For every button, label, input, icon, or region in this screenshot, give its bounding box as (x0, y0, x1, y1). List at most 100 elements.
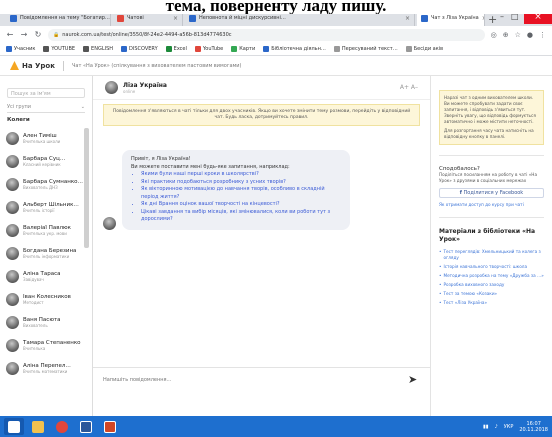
taskbar-app[interactable] (52, 418, 72, 435)
bookmark-label: Бібліотечна діяльн… (271, 46, 326, 52)
share-link[interactable]: Як отримати доступ до курсу при чаті (439, 202, 544, 207)
avatar (6, 224, 19, 237)
facebook-share-label: Поділитися у Facebook (463, 190, 524, 196)
contact-role: Вчителька школи (23, 139, 61, 144)
menu-icon[interactable]: ⋮ (539, 31, 546, 39)
contact-role: Вчитель історії (23, 208, 55, 213)
clock[interactable]: 16:07 20.11.2018 (519, 421, 548, 433)
bookmark-item[interactable]: YOUTUBE (43, 46, 75, 52)
contact-item[interactable]: Барбара Суц… Класний керівник (0, 150, 92, 173)
bookmark-item[interactable]: Бесіди аків (405, 46, 443, 52)
chevron-down-icon: ⌄ (80, 104, 85, 110)
powerpoint-icon (104, 420, 116, 433)
message-bubble: Привіт, я Ліза Україна! Ви можете постав… (122, 150, 350, 230)
suggested-question-link[interactable]: Як вікторинною мотивацією до навчання тв… (141, 186, 341, 201)
site-tagline: Чат «На Урок» (спілкування з вихователем… (72, 62, 242, 69)
folder-icon (32, 420, 44, 433)
taskbar-app[interactable] (100, 418, 120, 435)
suggested-question-link[interactable]: Цікаві завдання та вибір місяців, які зм… (141, 209, 341, 224)
library-item-label: Розробка виховного заходу (443, 282, 505, 287)
star-icon[interactable]: ☆ (515, 31, 521, 39)
language-indicator[interactable]: УКР (504, 424, 514, 430)
bookmark-item[interactable]: Бібліотечна діяльн… (263, 46, 326, 52)
extension-icon[interactable]: ◎ (491, 31, 497, 39)
bookmark-icon (121, 46, 128, 52)
library-item-label: Методична розробка на тему «Дружба за …» (443, 273, 544, 278)
extension-icon[interactable]: ⊕ (503, 31, 509, 39)
avatar (6, 132, 19, 145)
info-text: Наразі чат з одним вихователем школи. Ви… (444, 95, 536, 124)
contact-list: Ален Тиміш Вчителька школи Барбара Суц… Кла… (0, 127, 92, 380)
back-arrow-icon[interactable]: ← (6, 30, 14, 39)
message-greeting: Привіт, я Ліза Україна! (131, 156, 191, 162)
library-item[interactable]: • Тест за темою «Козаки» (439, 291, 544, 297)
network-icon[interactable]: ▮▮ (483, 424, 489, 430)
contact-item[interactable]: Аліна Тараса Завідувач (0, 265, 92, 288)
library-item[interactable]: • Тест «Ліза Україна» (439, 300, 544, 306)
facebook-share-button[interactable]: f Поділитися у Facebook (439, 188, 544, 198)
library-item-label: Тест «Ліза Україна» (443, 300, 488, 305)
close-icon[interactable]: × (405, 15, 410, 22)
group-filter-select[interactable]: Усі групи ⌄ (7, 104, 85, 113)
bookmark-item[interactable]: Excel (165, 46, 187, 52)
contact-item[interactable]: Тамара Степаненко Вчителька (0, 334, 92, 357)
taskbar-app[interactable] (76, 418, 96, 435)
bookmarks-bar: Учасник YOUTUBE ENGLISH DISCOVERY Excel … (0, 43, 552, 56)
new-tab-plus-icon[interactable]: + (488, 13, 497, 26)
close-icon[interactable]: × (482, 15, 484, 22)
contact-item[interactable]: Іван Колесников Методист (0, 288, 92, 311)
site-header: На Урок Чат «На Урок» (спілкування з вих… (0, 56, 552, 76)
youtube-icon (194, 46, 201, 52)
chat-header: Ліза Україна online A+ A– (93, 76, 430, 100)
library-item[interactable]: • Історія навчального творчості: школа (439, 264, 544, 270)
close-icon[interactable]: × (173, 15, 178, 22)
contact-item[interactable]: Валеріаї Павлюк Вчителька укр. мови (0, 219, 92, 242)
scrollbar-thumb[interactable] (84, 128, 89, 248)
tab-title: Повідомлення на тему "Богатир… (20, 15, 110, 21)
profile-icon[interactable]: ● (527, 31, 533, 39)
bookmark-item[interactable]: Карти (231, 46, 255, 52)
contact-role: Завідувач (23, 277, 44, 282)
contact-item[interactable]: Аліна Перепел… Вчитель математики (0, 357, 92, 380)
font-size-controls[interactable]: A+ A– (400, 84, 418, 91)
bookmark-label: ENGLISH (91, 46, 114, 52)
chat-contact-status: online (123, 88, 136, 94)
address-bar[interactable]: 🔒 naurok.com.ua/test/online/3550/8f-24e2… (48, 28, 485, 41)
avatar (6, 362, 19, 375)
library-item[interactable]: • Тест переглядів: Хмельницький та колега… (439, 249, 544, 261)
suggested-question-link[interactable]: Якими були наші перші кроки в школярстві… (141, 171, 341, 179)
contact-item[interactable]: Барбара Сумнанко… Вихователь ДНЗ (0, 173, 92, 196)
divider (439, 155, 544, 156)
contact-search-input[interactable]: Пошук за ім'ям (7, 88, 85, 98)
tab-favicon-icon (421, 14, 428, 22)
bookmark-item[interactable]: DISCOVERY (121, 46, 158, 52)
contact-item[interactable]: Альберт Шільник… Вчитель історії (0, 196, 92, 219)
site-logo[interactable]: На Урок (10, 61, 55, 70)
contact-item[interactable]: Ваня Пасюта Вихователь (0, 311, 92, 334)
contact-item[interactable]: Богдана Березина Вчитель інформатики (0, 242, 92, 265)
bullet-icon: • (439, 291, 442, 296)
bookmark-label: Пересуваний текст… (341, 46, 398, 52)
library-item[interactable]: • Методична розробка на тему «Дружба за …… (439, 273, 544, 279)
suggested-question-link[interactable]: Які практики подобаються розробнику з ус… (141, 179, 341, 187)
contact-item[interactable]: Ален Тиміш Вчителька школи (0, 127, 92, 150)
bullet-icon: • (439, 282, 442, 287)
suggested-question-link[interactable]: Як дні Врання оцінок вашої творчості на … (141, 201, 341, 209)
send-arrow-icon[interactable]: ➤ (408, 373, 420, 386)
contacts-sidebar: Пошук за ім'ям Усі групи ⌄ Колеги Ален Т… (0, 76, 93, 416)
browser-toolbar: ← → ↻ 🔒 naurok.com.ua/test/online/3550/8… (0, 26, 552, 43)
bookmark-item[interactable]: Учасник (6, 46, 35, 52)
avatar (6, 178, 19, 191)
volume-icon[interactable]: ♪ (495, 424, 498, 430)
start-button[interactable] (4, 418, 24, 435)
share-text: Поділіться посиланням на роботу в чаті «… (439, 172, 538, 183)
forward-arrow-icon[interactable]: → (20, 30, 28, 39)
bookmark-item[interactable]: ENGLISH (83, 46, 113, 52)
message-input[interactable] (103, 376, 408, 383)
contact-role: Методист (23, 300, 44, 305)
library-item[interactable]: • Розробка виховного заходу (439, 282, 544, 288)
bookmark-item[interactable]: YouTube (194, 46, 223, 52)
bookmark-item[interactable]: Пересуваний текст… (333, 46, 398, 52)
taskbar-app[interactable] (28, 418, 48, 435)
reload-icon[interactable]: ↻ (34, 30, 42, 39)
